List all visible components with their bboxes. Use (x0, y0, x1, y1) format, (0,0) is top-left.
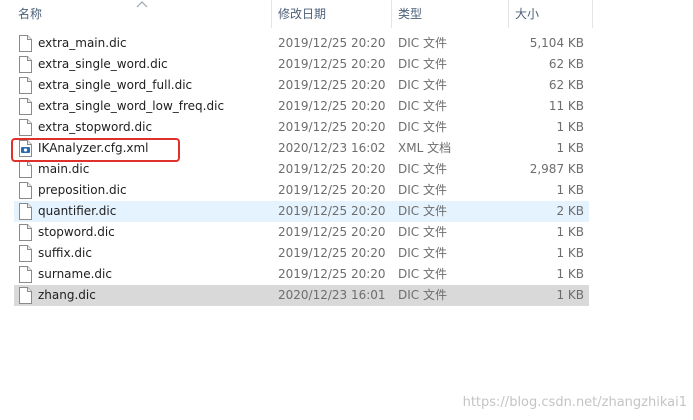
file-icon (18, 161, 33, 178)
file-row[interactable]: extra_single_word_full.dic 2019/12/25 20:… (14, 75, 589, 96)
file-row[interactable]: extra_main.dic 2019/12/25 20:20 DIC 文件 5,10… (14, 33, 589, 54)
file-date-modified: 2019/12/25 20:20 (278, 57, 386, 71)
file-name: IKAnalyzer.cfg.xml (38, 141, 149, 155)
file-size: 5,104 KB (529, 36, 584, 50)
column-header-date[interactable]: 修改日期 (272, 0, 392, 28)
file-date-modified: 2019/12/25 20:20 (278, 204, 386, 218)
file-row[interactable]: quantifier.dic 2019/12/25 20:20 DIC 文件 2 KB (14, 201, 589, 222)
file-icon (18, 287, 33, 304)
file-date-modified: 2019/12/25 20:20 (278, 120, 386, 134)
file-name: extra_single_word_low_freq.dic (38, 99, 225, 113)
file-type: DIC 文件 (398, 120, 447, 134)
file-icon (18, 35, 33, 52)
file-date-modified: 2019/12/25 20:20 (278, 183, 386, 197)
column-header-size[interactable]: 大小 (509, 0, 593, 28)
file-type: DIC 文件 (398, 288, 447, 302)
file-row[interactable]: extra_stopword.dic 2019/12/25 20:20 DIC 文件… (14, 117, 589, 138)
column-header-bar: 名称 修改日期 类型 大小 (0, 0, 693, 28)
file-date-modified: 2020/12/23 16:01 (278, 288, 386, 302)
file-type: DIC 文件 (398, 162, 447, 176)
file-date-modified: 2019/12/25 20:20 (278, 36, 386, 50)
file-name: extra_main.dic (38, 36, 127, 50)
file-icon (18, 266, 33, 283)
file-icon (18, 56, 33, 73)
file-date-modified: 2019/12/25 20:20 (278, 78, 386, 92)
file-size: 1 KB (556, 120, 584, 134)
file-type: DIC 文件 (398, 204, 447, 218)
file-row[interactable]: zhang.dic 2020/12/23 16:01 DIC 文件 1 KB (14, 285, 589, 306)
file-row[interactable]: surname.dic 2019/12/25 20:20 DIC 文件 1 KB (14, 264, 589, 285)
file-type: DIC 文件 (398, 36, 447, 50)
file-type: DIC 文件 (398, 78, 447, 92)
file-name: surname.dic (38, 267, 112, 281)
column-header-name[interactable]: 名称 (0, 0, 272, 28)
file-type: XML 文档 (398, 141, 452, 155)
file-date-modified: 2019/12/25 20:20 (278, 99, 386, 113)
file-size: 1 KB (556, 246, 584, 260)
file-size: 62 KB (548, 57, 584, 71)
file-name: main.dic (38, 162, 90, 176)
file-row[interactable]: stopword.dic 2019/12/25 20:20 DIC 文件 1 KB (14, 222, 589, 243)
file-type: DIC 文件 (398, 57, 447, 71)
file-name: quantifier.dic (38, 204, 117, 218)
xml-file-icon (18, 140, 33, 157)
column-divider[interactable] (592, 0, 593, 28)
file-size: 11 KB (548, 99, 584, 113)
file-row[interactable]: preposition.dic 2019/12/25 20:20 DIC 文件 1 K… (14, 180, 589, 201)
file-type: DIC 文件 (398, 246, 447, 260)
file-name: suffix.dic (38, 246, 92, 260)
column-header-type[interactable]: 类型 (392, 0, 509, 28)
file-icon (18, 98, 33, 115)
file-row[interactable]: extra_single_word_low_freq.dic 2019/12/25… (14, 96, 589, 117)
file-date-modified: 2019/12/25 20:20 (278, 267, 386, 281)
file-name: zhang.dic (38, 288, 96, 302)
file-icon (18, 245, 33, 262)
file-icon (18, 77, 33, 94)
file-size: 1 KB (556, 225, 584, 239)
file-row[interactable]: extra_single_word.dic 2019/12/25 20:20 DIC… (14, 54, 589, 75)
file-name: stopword.dic (38, 225, 115, 239)
file-icon (18, 224, 33, 241)
file-explorer: 名称 修改日期 类型 大小 extra_main.dic 2019/12/25 2… (0, 0, 693, 420)
file-icon (18, 182, 33, 199)
file-size: 1 KB (556, 288, 584, 302)
file-row[interactable]: main.dic 2019/12/25 20:20 DIC 文件 2,987 KB (14, 159, 589, 180)
file-size: 1 KB (556, 183, 584, 197)
file-row[interactable]: suffix.dic 2019/12/25 20:20 DIC 文件 1 KB (14, 243, 589, 264)
file-date-modified: 2019/12/25 20:20 (278, 162, 386, 176)
file-size: 62 KB (548, 78, 584, 92)
file-size: 1 KB (556, 267, 584, 281)
file-type: DIC 文件 (398, 225, 447, 239)
file-type: DIC 文件 (398, 267, 447, 281)
file-row[interactable]: IKAnalyzer.cfg.xml 2020/12/23 16:02 XML 文档… (14, 138, 589, 159)
file-icon (18, 119, 33, 136)
file-size: 2 KB (556, 204, 584, 218)
file-date-modified: 2019/12/25 20:20 (278, 225, 386, 239)
file-name: extra_stopword.dic (38, 120, 153, 134)
watermark: https://blog.csdn.net/zhangzhikai1 (462, 395, 687, 410)
file-icon (18, 203, 33, 220)
file-name: preposition.dic (38, 183, 127, 197)
file-name: extra_single_word.dic (38, 57, 168, 71)
file-name: extra_single_word_full.dic (38, 78, 193, 92)
file-size: 1 KB (556, 141, 584, 155)
file-type: DIC 文件 (398, 183, 447, 197)
file-date-modified: 2019/12/25 20:20 (278, 246, 386, 260)
file-date-modified: 2020/12/23 16:02 (278, 141, 386, 155)
file-size: 2,987 KB (529, 162, 584, 176)
file-type: DIC 文件 (398, 99, 447, 113)
